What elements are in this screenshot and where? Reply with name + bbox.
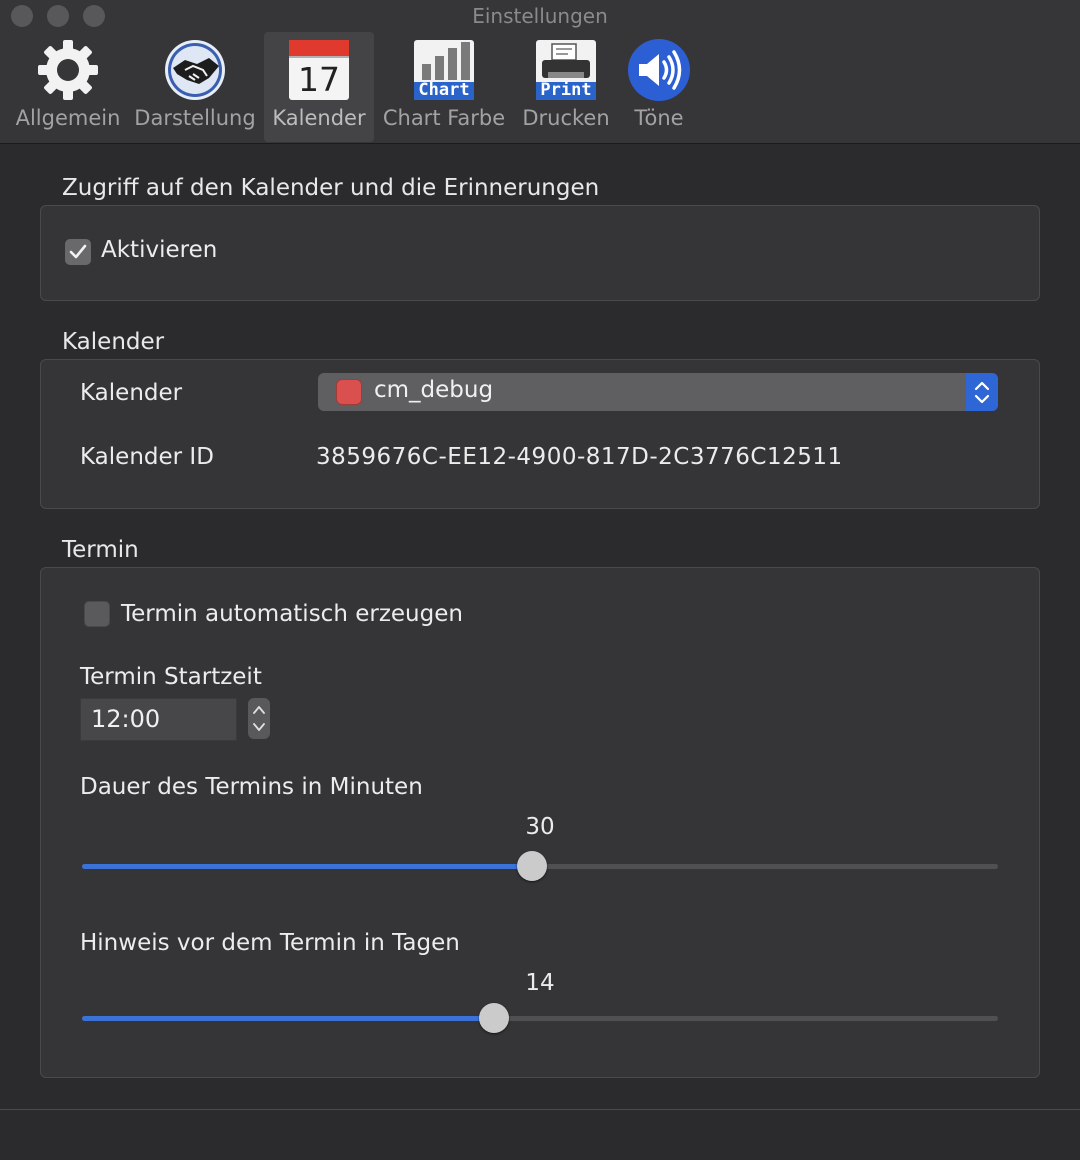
tab-drucken[interactable]: Print Drucken bbox=[516, 32, 616, 142]
calendar-icon-day: 17 bbox=[298, 60, 340, 99]
tab-toene[interactable]: Töne bbox=[618, 32, 700, 142]
tab-chart-farbe-label: Chart Farbe bbox=[382, 106, 506, 130]
gear-icon bbox=[38, 40, 98, 100]
tab-darstellung-label: Darstellung bbox=[134, 106, 256, 130]
calendar-id-label: Kalender ID bbox=[80, 444, 214, 470]
tab-kalender-label: Kalender bbox=[272, 106, 366, 130]
tab-drucken-label: Drucken bbox=[522, 106, 610, 130]
notice-slider-fill bbox=[82, 1016, 494, 1021]
tab-allgemein[interactable]: Allgemein bbox=[12, 32, 124, 142]
calendar-section-title: Kalender bbox=[62, 329, 165, 355]
duration-slider[interactable] bbox=[82, 851, 998, 881]
chart-icon-text: Chart bbox=[418, 80, 470, 100]
calendar-id-value: 3859676C-EE12-4900-817D-2C3776C12511 bbox=[316, 444, 843, 470]
calendar-color-swatch bbox=[336, 379, 362, 405]
printer-icon-text: Print bbox=[540, 80, 592, 100]
duration-slider-knob[interactable] bbox=[517, 851, 547, 881]
access-section-title: Zugriff auf den Kalender und die Erinner… bbox=[62, 175, 600, 201]
duration-label: Dauer des Termins in Minuten bbox=[80, 774, 423, 800]
handshake-icon bbox=[165, 40, 225, 100]
tab-toene-label: Töne bbox=[634, 106, 684, 130]
calendar-label: Kalender bbox=[80, 380, 183, 406]
access-box: Aktivieren bbox=[40, 205, 1040, 301]
window-titlebar: Einstellungen Allgemein Darstellung 17 K… bbox=[0, 0, 1080, 144]
start-time-value: 12:00 bbox=[91, 705, 161, 733]
tab-darstellung[interactable]: Darstellung bbox=[132, 32, 258, 142]
window-bottom-divider bbox=[0, 1109, 1080, 1110]
notice-slider-knob[interactable] bbox=[479, 1003, 509, 1033]
window-title: Einstellungen bbox=[472, 4, 608, 28]
start-time-stepper[interactable] bbox=[248, 698, 270, 739]
notice-label: Hinweis vor dem Termin in Tagen bbox=[80, 930, 460, 956]
duration-slider-fill bbox=[82, 864, 532, 869]
tab-allgemein-label: Allgemein bbox=[15, 106, 121, 130]
chevron-up-down-icon bbox=[974, 381, 990, 404]
stepper-arrows-icon bbox=[253, 706, 265, 731]
notice-slider[interactable] bbox=[82, 1003, 998, 1033]
activate-label: Aktivieren bbox=[101, 237, 218, 263]
calendar-popup-value: cm_debug bbox=[374, 377, 494, 403]
popup-arrows[interactable] bbox=[966, 373, 998, 411]
tab-chart-farbe[interactable]: Chart Chart Farbe bbox=[378, 32, 510, 142]
appointment-section-title: Termin bbox=[62, 537, 139, 563]
start-time-field[interactable]: 12:00 bbox=[80, 698, 237, 741]
notice-value: 14 bbox=[525, 970, 555, 996]
checkmark-icon bbox=[69, 244, 87, 259]
auto-create-label: Termin automatisch erzeugen bbox=[121, 601, 463, 627]
tab-kalender[interactable]: 17 Kalender bbox=[264, 32, 374, 142]
speaker-icon bbox=[628, 39, 690, 101]
calendar-popup[interactable]: cm_debug bbox=[318, 373, 998, 411]
activate-checkbox[interactable] bbox=[65, 239, 91, 265]
auto-create-checkbox[interactable] bbox=[84, 601, 110, 627]
start-time-label: Termin Startzeit bbox=[80, 664, 262, 690]
duration-value: 30 bbox=[525, 814, 555, 840]
